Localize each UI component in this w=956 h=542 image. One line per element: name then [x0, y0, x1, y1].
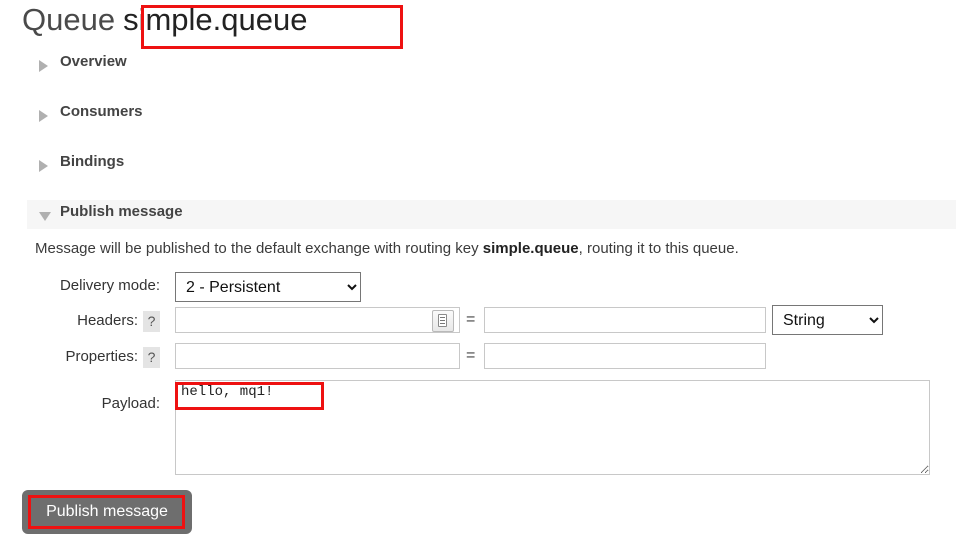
section-overview[interactable]: Overview [27, 50, 956, 80]
headers-label-wrap: Headers: ? [0, 307, 160, 333]
headers-equals: = [466, 311, 476, 328]
section-consumers-label: Consumers [60, 103, 143, 120]
page-title-prefix: Queue [22, 2, 116, 37]
publish-description: Message will be published to the default… [35, 240, 739, 257]
properties-label: Properties: [65, 348, 138, 365]
triangle-right-icon [39, 60, 48, 72]
section-bindings[interactable]: Bindings [27, 150, 956, 180]
properties-key-input[interactable] [175, 343, 460, 369]
headers-value-input[interactable] [484, 307, 766, 333]
section-bindings-label: Bindings [60, 153, 125, 170]
triangle-down-icon [39, 212, 51, 221]
row-delivery-mode: Delivery mode: 2 - Persistent [0, 272, 956, 302]
publish-description-before: Message will be published to the default… [35, 240, 483, 257]
payload-label: Payload: [101, 395, 160, 412]
headers-help-icon[interactable]: ? [143, 311, 160, 332]
payload-textarea[interactable]: hello, mq1! [175, 380, 930, 475]
properties-label-wrap: Properties: ? [0, 343, 160, 369]
triangle-right-icon [39, 110, 48, 122]
delivery-mode-select[interactable]: 2 - Persistent [175, 272, 361, 302]
properties-value-input[interactable] [484, 343, 766, 369]
properties-help-icon[interactable]: ? [143, 347, 160, 368]
payload-label-wrap: Payload: [0, 390, 160, 416]
page-title: Queue simple.queue [22, 2, 307, 38]
publish-message-button[interactable]: Publish message [22, 490, 192, 534]
row-headers: Headers: ? = String [0, 305, 956, 337]
queue-name: simple.queue [123, 2, 308, 37]
delivery-mode-label: Delivery mode: [59, 277, 160, 294]
publish-description-after: , routing it to this queue. [578, 240, 739, 257]
headers-key-input[interactable] [175, 307, 460, 333]
header-picker-icon[interactable] [432, 310, 454, 332]
triangle-right-icon [39, 160, 48, 172]
section-publish-message[interactable]: Publish message [27, 200, 956, 229]
properties-equals: = [466, 347, 476, 364]
headers-type-select[interactable]: String [772, 305, 883, 335]
publish-description-routing-key: simple.queue [482, 240, 579, 257]
section-overview-label: Overview [60, 53, 127, 70]
headers-label: Headers: [77, 312, 138, 329]
section-consumers[interactable]: Consumers [27, 100, 956, 130]
row-properties: Properties: ? = [0, 343, 956, 373]
section-publish-message-label: Publish message [60, 203, 183, 220]
delivery-mode-label-wrap: Delivery mode: [0, 272, 160, 298]
